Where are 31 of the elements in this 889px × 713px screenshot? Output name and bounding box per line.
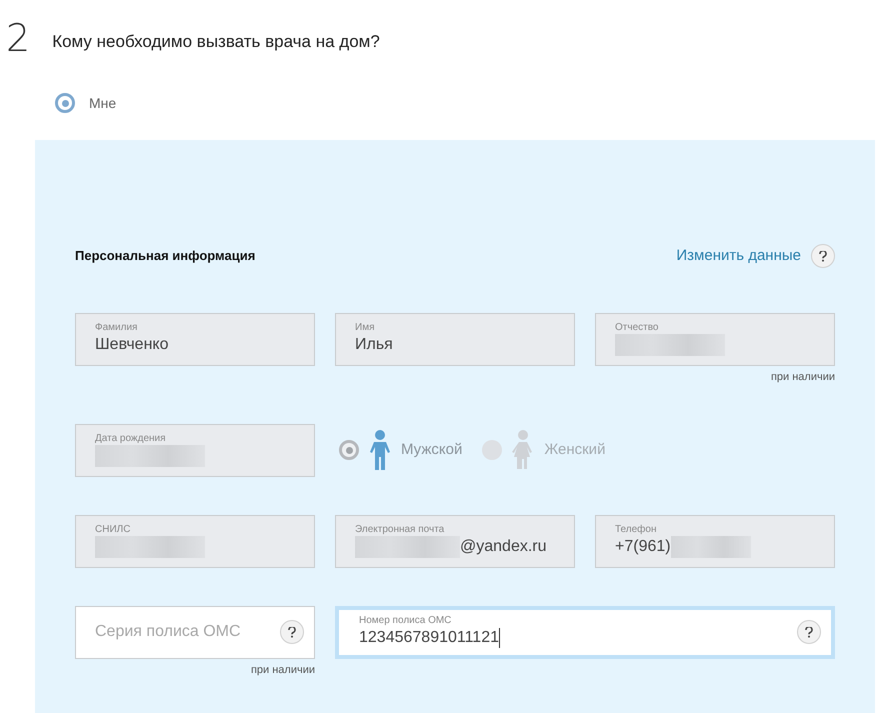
form-field[interactable]: Отчество [595, 313, 835, 366]
gender-label: Женский [544, 440, 606, 460]
field-value: @yandex.ru [460, 536, 547, 556]
field-label: Номер полиса ОМС [359, 614, 452, 626]
field-value: 1234567891011121 [359, 628, 499, 648]
recipient-radio[interactable]: Мне [55, 92, 116, 114]
form-field[interactable]: Электронная почта @yandex.ru [335, 514, 575, 568]
question-title: Кому необходимо вызвать врача на дом? [52, 30, 380, 52]
field-label: Имя [355, 322, 376, 333]
field-label: Электронная почта [355, 524, 446, 534]
field-label: Отчество [615, 322, 660, 333]
optional-note: при наличии [770, 370, 835, 385]
form-field[interactable]: Дата рождения [75, 424, 315, 476]
form-field[interactable]: СНИЛС [75, 514, 315, 568]
placeholder-text: Серия полиса ОМС [95, 622, 242, 642]
optional-note: при наличии [250, 662, 315, 678]
field-value: Шевченко [95, 335, 168, 355]
form-field[interactable]: Телефон +7(961) [595, 514, 835, 568]
field-label: СНИЛС [95, 524, 132, 534]
step-number: 2 [6, 18, 30, 58]
section-title: Персональная информация [75, 247, 256, 266]
field-value: +7(961) [615, 536, 671, 556]
field-label: Дата рождения [95, 432, 167, 444]
form-field[interactable]: Имя Илья [335, 313, 575, 366]
gender-label: Мужской [401, 440, 462, 460]
field-label: Телефон [615, 524, 658, 534]
form-field[interactable]: Фамилия Шевченко [75, 313, 315, 366]
edit-data-link[interactable]: Изменить данные [676, 244, 801, 268]
form-field[interactable]: Номер полиса ОМС 1234567891011121 [335, 606, 835, 658]
field-label: Фамилия [95, 322, 138, 333]
field-value: Илья [355, 335, 393, 355]
